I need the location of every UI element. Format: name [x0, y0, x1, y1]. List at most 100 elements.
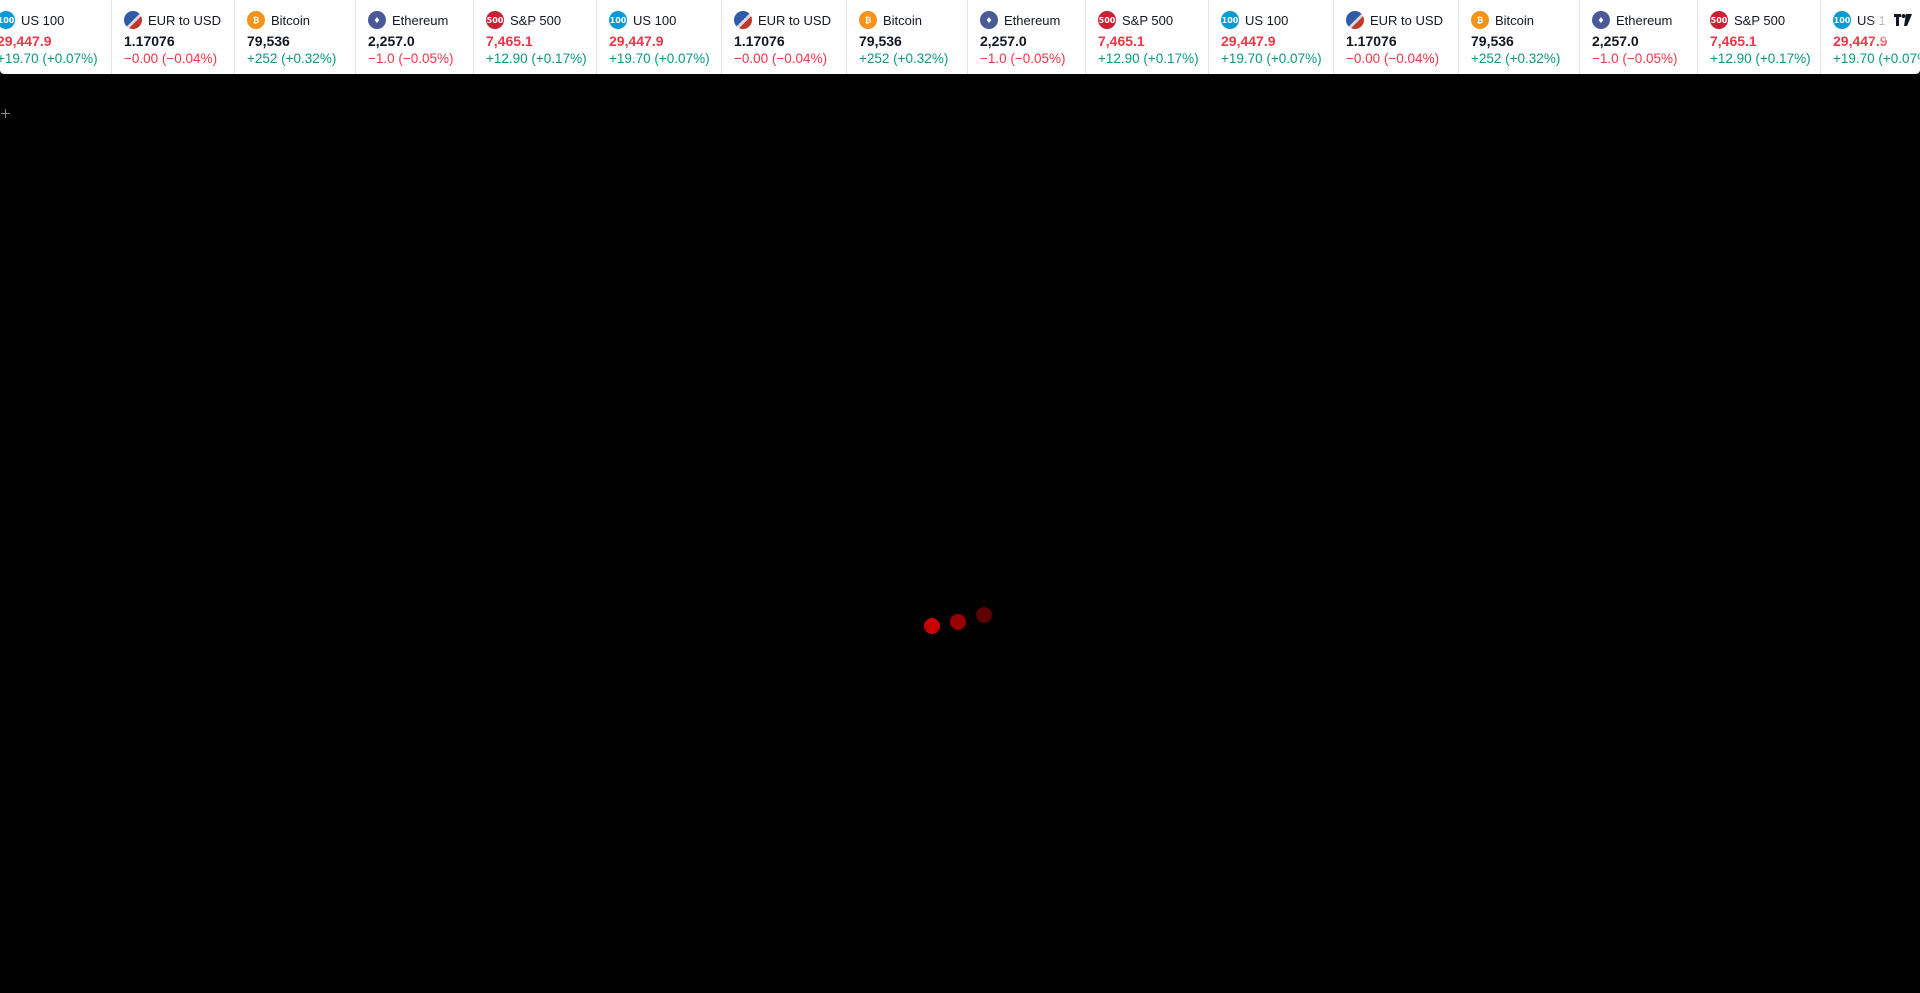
- ticker-item-header: ₿ Bitcoin: [859, 10, 955, 30]
- us100-icon: 100: [1221, 11, 1239, 29]
- ticker-symbol-name: Ethereum: [392, 12, 449, 28]
- ticker-symbol-name: EUR to USD: [148, 12, 221, 28]
- ticker-tape: 100 US 100 29,447.9 +19.70 (+0.07%) EUR to U…: [0, 0, 1920, 74]
- ticker-item[interactable]: 100 US 100 29,447.9 +19.70 (+0.07%): [0, 0, 112, 74]
- ticker-item[interactable]: EUR to USD 1.17076 −0.00 (−0.04%): [112, 0, 235, 74]
- sp500-icon: 500: [1098, 11, 1116, 29]
- ticker-change: −1.0 (−0.05%): [980, 51, 1066, 66]
- ticker-change: +19.70 (+0.07%): [0, 51, 98, 66]
- ticker-change: +252 (+0.32%): [1471, 51, 1561, 66]
- ticker-item[interactable]: 500 S&P 500 7,465.1 +12.90 (+0.17%): [474, 0, 597, 74]
- ticker-price: 7,465.1: [1710, 33, 1757, 49]
- ticker-symbol-name: EUR to USD: [758, 12, 831, 28]
- us100-icon: 100: [609, 11, 627, 29]
- ticker-symbol-name: S&P 500: [510, 12, 562, 28]
- tradingview-logo-icon[interactable]: [1886, 0, 1920, 40]
- loading-dots-icon: [924, 604, 996, 640]
- crosshair-cursor-icon: [1, 109, 10, 118]
- ticker-item-header: ₿ Bitcoin: [1471, 10, 1567, 30]
- ticker-symbol-name: S&P 500: [1122, 12, 1174, 28]
- ticker-item[interactable]: 500 S&P 500 7,465.1 +12.90 (+0.17%): [1086, 0, 1209, 74]
- ticker-item[interactable]: ₿ Bitcoin 79,536 +252 (+0.32%): [1459, 0, 1580, 74]
- ethereum-icon: ♦: [980, 11, 998, 29]
- ticker-item-header: 100 US 100: [1221, 10, 1321, 30]
- eur-usd-flag-icon: [1346, 11, 1364, 29]
- ticker-change: +252 (+0.32%): [247, 51, 337, 66]
- ticker-price: 7,465.1: [486, 33, 533, 49]
- ticker-item-header: EUR to USD: [1346, 10, 1446, 30]
- ticker-item-header: EUR to USD: [124, 10, 222, 30]
- loader-dot: [924, 618, 940, 634]
- ticker-price: 2,257.0: [1592, 33, 1639, 49]
- ticker-price: 1.17076: [124, 33, 175, 49]
- ticker-price: 29,447.9: [1221, 33, 1276, 49]
- loader-dot: [950, 614, 966, 630]
- ticker-price: 79,536: [247, 33, 290, 49]
- bitcoin-icon: ₿: [1471, 11, 1489, 29]
- ticker-change: +12.90 (+0.17%): [1710, 51, 1811, 66]
- ticker-item[interactable]: ♦ Ethereum 2,257.0 −1.0 (−0.05%): [968, 0, 1086, 74]
- ticker-price: 1.17076: [1346, 33, 1397, 49]
- ticker-item[interactable]: ₿ Bitcoin 79,536 +252 (+0.32%): [235, 0, 356, 74]
- ticker-item-header: ♦ Ethereum: [368, 10, 461, 30]
- ticker-item[interactable]: ♦ Ethereum 2,257.0 −1.0 (−0.05%): [356, 0, 474, 74]
- ticker-symbol-name: EUR to USD: [1370, 12, 1443, 28]
- ticker-symbol-name: Ethereum: [1004, 12, 1061, 28]
- ticker-item-header: ₿ Bitcoin: [247, 10, 343, 30]
- ticker-price: 29,447.9: [609, 33, 664, 49]
- ticker-price: 79,536: [859, 33, 902, 49]
- ticker-change: −0.00 (−0.04%): [1346, 51, 1440, 66]
- loader-dot: [976, 607, 992, 623]
- ticker-change: −0.00 (−0.04%): [734, 51, 828, 66]
- ticker-item-header: ♦ Ethereum: [980, 10, 1073, 30]
- ticker-change: +19.70 (+0.07%): [1221, 51, 1322, 66]
- ticker-item-header: 500 S&P 500: [1710, 10, 1808, 30]
- ticker-symbol-name: Bitcoin: [1495, 12, 1535, 28]
- ticker-change: +12.90 (+0.17%): [486, 51, 587, 66]
- ticker-change: +252 (+0.32%): [859, 51, 949, 66]
- ticker-symbol-name: Bitcoin: [883, 12, 923, 28]
- ticker-symbol-name: US 100: [1245, 12, 1289, 28]
- ticker-change: +19.70 (+0.07%): [1833, 51, 1920, 66]
- ticker-item[interactable]: EUR to USD 1.17076 −0.00 (−0.04%): [1334, 0, 1459, 74]
- ethereum-icon: ♦: [1592, 11, 1610, 29]
- ticker-item-header: ♦ Ethereum: [1592, 10, 1685, 30]
- ticker-symbol-name: US 100: [21, 12, 65, 28]
- ticker-change: +19.70 (+0.07%): [609, 51, 710, 66]
- us100-icon: 100: [1833, 11, 1851, 29]
- ticker-item[interactable]: ₿ Bitcoin 79,536 +252 (+0.32%): [847, 0, 968, 74]
- ticker-price: 2,257.0: [980, 33, 1027, 49]
- ticker-item-header: 100 US 100: [0, 10, 99, 30]
- eur-usd-flag-icon: [734, 11, 752, 29]
- ticker-price: 79,536: [1471, 33, 1514, 49]
- sp500-icon: 500: [486, 11, 504, 29]
- ticker-change: +12.90 (+0.17%): [1098, 51, 1199, 66]
- ticker-change: −0.00 (−0.04%): [124, 51, 218, 66]
- ticker-item[interactable]: EUR to USD 1.17076 −0.00 (−0.04%): [722, 0, 847, 74]
- ticker-item[interactable]: 100 US 100 29,447.9 +19.70 (+0.07%): [597, 0, 722, 74]
- bitcoin-icon: ₿: [859, 11, 877, 29]
- ticker-symbol-name: Ethereum: [1616, 12, 1673, 28]
- ticker-price: 7,465.1: [1098, 33, 1145, 49]
- ticker-track: 100 US 100 29,447.9 +19.70 (+0.07%) EUR to U…: [0, 0, 1920, 74]
- ticker-price: 1.17076: [734, 33, 785, 49]
- bitcoin-icon: ₿: [247, 11, 265, 29]
- ticker-symbol-name: US 100: [633, 12, 677, 28]
- ethereum-icon: ♦: [368, 11, 386, 29]
- us100-icon: 100: [0, 11, 15, 29]
- ticker-symbol-name: S&P 500: [1734, 12, 1786, 28]
- ticker-item-header: 500 S&P 500: [486, 10, 584, 30]
- ticker-symbol-name: Bitcoin: [271, 12, 311, 28]
- eur-usd-flag-icon: [124, 11, 142, 29]
- ticker-item-header: 100 US 100: [609, 10, 709, 30]
- ticker-price: 2,257.0: [368, 33, 415, 49]
- ticker-item[interactable]: 100 US 100 29,447.9 +19.70 (+0.07%): [1209, 0, 1334, 74]
- ticker-change: −1.0 (−0.05%): [1592, 51, 1678, 66]
- ticker-item[interactable]: ♦ Ethereum 2,257.0 −1.0 (−0.05%): [1580, 0, 1698, 74]
- ticker-item-header: 500 S&P 500: [1098, 10, 1196, 30]
- ticker-item-header: EUR to USD: [734, 10, 834, 30]
- ticker-price: 29,447.9: [0, 33, 52, 49]
- ticker-change: −1.0 (−0.05%): [368, 51, 454, 66]
- ticker-item[interactable]: 500 S&P 500 7,465.1 +12.90 (+0.17%): [1698, 0, 1821, 74]
- sp500-icon: 500: [1710, 11, 1728, 29]
